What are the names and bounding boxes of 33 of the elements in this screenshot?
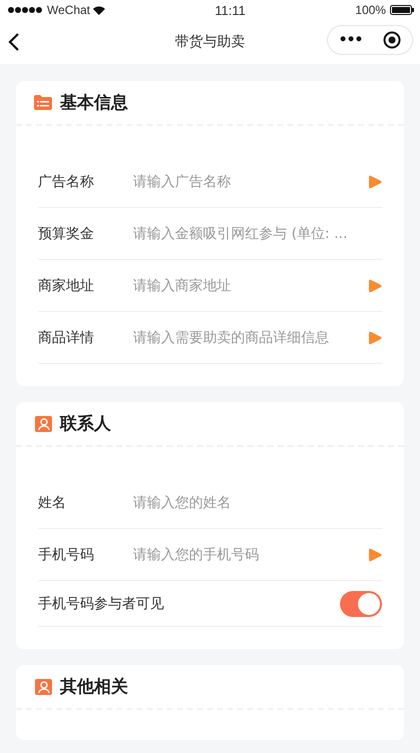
- toggle-label: 手机号码参与者可见: [38, 594, 165, 612]
- battery-percent: 100%: [355, 3, 386, 17]
- input-field[interactable]: 请输入需要助卖的商品详细信息: [133, 330, 368, 346]
- input-field[interactable]: 请输入金额吸引网红参与 (单位: ...: [133, 226, 382, 242]
- play-arrow-icon[interactable]: [368, 548, 382, 562]
- signal-icon: [8, 7, 44, 13]
- play-arrow-icon[interactable]: [368, 330, 382, 344]
- back-icon[interactable]: [8, 32, 20, 52]
- field-label: 手机号码: [38, 546, 95, 564]
- person-icon: [34, 416, 52, 432]
- battery-icon: [390, 5, 414, 15]
- wifi-icon: [93, 6, 106, 14]
- play-arrow-icon[interactable]: [368, 278, 382, 292]
- input-field[interactable]: 请输入广告名称: [133, 174, 368, 190]
- carrier-name: WeChat: [47, 3, 90, 17]
- field-label: 姓名: [38, 494, 67, 512]
- page-title: 带货与助卖: [175, 33, 245, 51]
- toggle-switch[interactable]: [340, 590, 382, 616]
- play-arrow-icon[interactable]: [368, 174, 382, 188]
- input-field[interactable]: 请输入商家地址: [133, 278, 368, 294]
- field-label: 预算奖金: [38, 224, 95, 242]
- more-button[interactable]: •••: [338, 33, 362, 47]
- field-label: 商品详情: [38, 328, 95, 346]
- section-title: 其他相关: [60, 676, 128, 698]
- status-time: 11:11: [214, 2, 246, 18]
- section-title: 联系人: [60, 413, 111, 435]
- input-field[interactable]: 请输入您的姓名: [133, 494, 382, 510]
- field-label: 商家地址: [38, 276, 95, 294]
- field-label: 广告名称: [38, 172, 95, 190]
- list-icon: [34, 95, 52, 110]
- person-icon: [34, 678, 52, 694]
- section-title: 基本信息: [60, 92, 128, 114]
- input-field[interactable]: 请输入您的手机号码: [133, 546, 368, 562]
